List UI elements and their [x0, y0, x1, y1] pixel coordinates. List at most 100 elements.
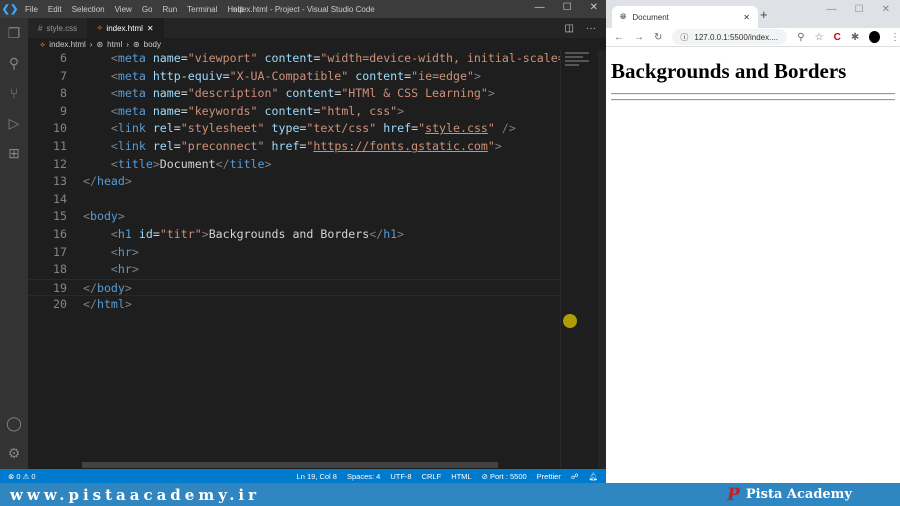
- code-line[interactable]: 16 <h1 id="titr">Backgrounds and Borders…: [28, 226, 560, 244]
- html-file-icon: ⟡: [97, 23, 103, 32]
- minimize-button[interactable]: —: [827, 4, 837, 15]
- extension-icon[interactable]: C: [834, 32, 841, 43]
- code-text: <title>Document</title>: [83, 156, 272, 174]
- code-token: hr: [117, 262, 132, 277]
- chevron-right-icon: ›: [126, 40, 129, 49]
- code-line[interactable]: 10 <link rel="stylesheet" type="text/css…: [28, 120, 560, 138]
- close-button[interactable]: ✕: [590, 2, 598, 13]
- tab-index-html[interactable]: ⟡ index.html ✕: [87, 18, 164, 38]
- code-line[interactable]: 9 <meta name="keywords" content="html, c…: [28, 103, 560, 121]
- code-line[interactable]: 13 </head>: [28, 173, 560, 191]
- menu-kebab-icon[interactable]: ⋮: [890, 32, 900, 43]
- menu-help[interactable]: Help: [227, 5, 243, 14]
- code-line[interactable]: 20 </html>: [28, 296, 560, 314]
- browser-tab[interactable]: 🌐︎ Document ✕: [612, 6, 758, 28]
- menu-go[interactable]: Go: [142, 5, 153, 14]
- breadcrumb-item[interactable]: index.html: [49, 40, 85, 49]
- cursor-position[interactable]: Ln 19, Col 8: [297, 472, 337, 481]
- vertical-scrollbar[interactable]: [598, 50, 606, 469]
- code-token: "description": [187, 86, 279, 101]
- line-number: 17: [53, 244, 67, 259]
- menu-edit[interactable]: Edit: [48, 5, 62, 14]
- forward-icon[interactable]: →: [634, 32, 644, 43]
- menu-run[interactable]: Run: [162, 5, 177, 14]
- prettier-status[interactable]: Prettier: [537, 472, 561, 481]
- code-line[interactable]: 18 <hr>: [28, 261, 560, 279]
- source-control-icon[interactable]: ⑂: [0, 78, 28, 108]
- element-icon: ⊛: [96, 40, 104, 49]
- code-line[interactable]: 17 <hr>: [28, 244, 560, 262]
- maximize-button[interactable]: ☐: [563, 2, 572, 13]
- encoding[interactable]: UTF-8: [390, 472, 411, 481]
- menu-selection[interactable]: Selection: [72, 5, 105, 14]
- end-of-line[interactable]: CRLF: [422, 472, 442, 481]
- reload-icon[interactable]: ↻: [654, 32, 662, 43]
- profile-avatar[interactable]: [869, 31, 880, 43]
- code-text: <link rel="stylesheet" type="text/css" h…: [83, 120, 516, 138]
- code-token: >: [487, 86, 495, 101]
- split-editor-icon[interactable]: ◫: [565, 23, 574, 34]
- code-token: =: [180, 103, 188, 118]
- code-token: =: [173, 121, 181, 136]
- code-token: title: [117, 156, 153, 171]
- watermark-banner: www.pistaacademy.ir P Pista Academy: [0, 483, 900, 506]
- account-icon[interactable]: ◯: [0, 408, 28, 438]
- feedback-icon[interactable]: ☍: [571, 472, 579, 481]
- code-line[interactable]: 15 <body>: [28, 208, 560, 226]
- menu-view[interactable]: View: [115, 5, 132, 14]
- back-icon[interactable]: ←: [614, 32, 624, 43]
- notifications-bell-icon[interactable]: 🔔︎: [588, 472, 598, 481]
- code-token: >: [124, 280, 132, 295]
- settings-gear-icon[interactable]: ⚙: [0, 438, 28, 468]
- more-actions-icon[interactable]: ···: [586, 23, 596, 34]
- breadcrumb-item[interactable]: body: [144, 40, 161, 49]
- breadcrumb-item[interactable]: html: [107, 40, 122, 49]
- line-number: 13: [53, 174, 67, 189]
- code-line[interactable]: 8 <meta name="description" content="HTMl…: [28, 85, 560, 103]
- language-mode[interactable]: HTML: [451, 472, 471, 481]
- menu-terminal[interactable]: Terminal: [187, 5, 217, 14]
- code-token: </: [83, 174, 97, 189]
- extensions-icon[interactable]: ⊞: [0, 138, 28, 168]
- code-line[interactable]: 19 </body>: [28, 278, 560, 297]
- run-debug-icon[interactable]: ▷: [0, 108, 28, 138]
- code-token: >: [124, 297, 132, 312]
- menu-file[interactable]: File: [25, 5, 38, 14]
- horizontal-scrollbar[interactable]: [82, 462, 498, 468]
- code-text: <meta name="viewport" content="width=dev…: [83, 50, 560, 68]
- close-button[interactable]: ✕: [882, 4, 890, 15]
- explorer-icon[interactable]: ❐: [0, 18, 28, 48]
- zoom-icon[interactable]: ⚲: [797, 32, 804, 43]
- minimap[interactable]: [560, 50, 598, 469]
- close-tab-icon[interactable]: ✕: [743, 13, 750, 22]
- tab-style-css[interactable]: # style.css: [28, 18, 87, 38]
- minimize-button[interactable]: —: [535, 2, 545, 13]
- code-line[interactable]: 6 <meta name="viewport" content="width=d…: [28, 50, 560, 68]
- indentation[interactable]: Spaces: 4: [347, 472, 380, 481]
- address-bar[interactable]: ⓘ 127.0.0.1:5500/index....: [672, 29, 788, 45]
- vscode-logo-icon: ❮❯: [1, 3, 19, 15]
- code-line[interactable]: 12 <title>Document</title>: [28, 156, 560, 174]
- close-tab-icon[interactable]: ✕: [147, 24, 154, 33]
- code-line[interactable]: 7 <meta http-equiv="X-UA-Compatible" con…: [28, 68, 560, 86]
- live-server-port[interactable]: ⊘ Port : 5500: [482, 472, 527, 481]
- code-line[interactable]: 11 <link rel="preconnect" href="https://…: [28, 138, 560, 156]
- new-tab-button[interactable]: +: [760, 7, 768, 22]
- bookmark-star-icon[interactable]: ☆: [815, 32, 824, 43]
- code-token: "titr": [159, 227, 202, 241]
- maximize-button[interactable]: ☐: [855, 4, 864, 15]
- problems-indicator[interactable]: ⊗ 0 ⚠ 0: [8, 472, 36, 481]
- search-icon[interactable]: ⚲: [0, 48, 28, 78]
- pista-logo-icon: P: [727, 484, 740, 505]
- code-token: >: [117, 209, 125, 224]
- tab-label: index.html: [106, 23, 143, 33]
- code-token: <: [83, 209, 90, 224]
- code-line[interactable]: 14: [28, 191, 560, 209]
- extensions-puzzle-icon[interactable]: ✱: [851, 32, 859, 43]
- code-editor[interactable]: 6 <meta name="viewport" content="width=d…: [28, 50, 560, 460]
- code-token: >: [397, 103, 405, 118]
